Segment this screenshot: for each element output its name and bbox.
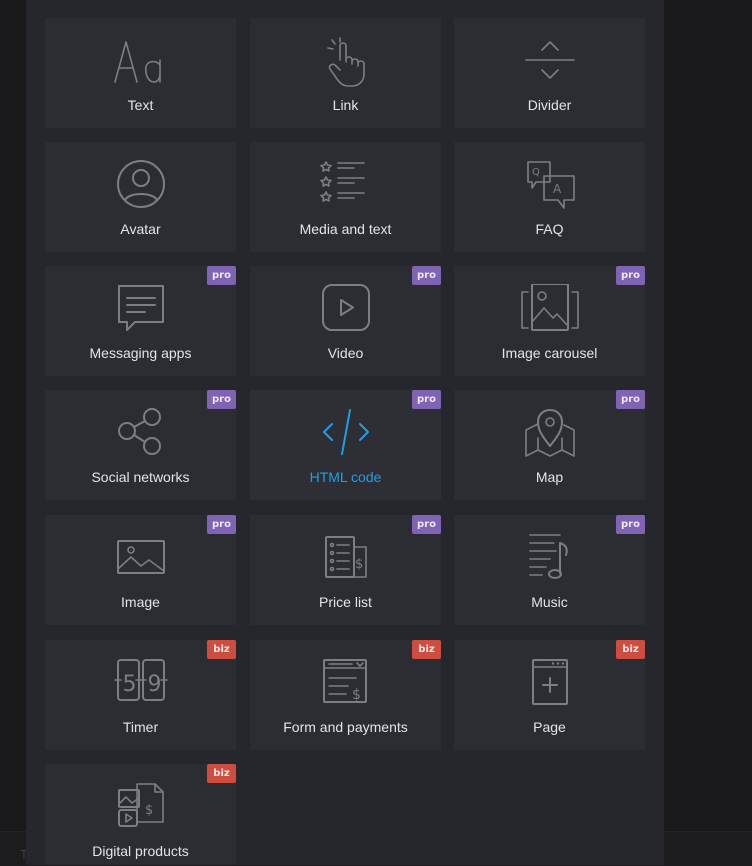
pro-badge: pro xyxy=(616,266,645,285)
text-typography-icon xyxy=(111,36,171,92)
pro-badge: pro xyxy=(616,515,645,534)
chat-bubble-icon xyxy=(111,284,171,340)
share-icon xyxy=(111,408,171,464)
block-label: Video xyxy=(327,345,364,361)
block-tile-page[interactable]: biz Page xyxy=(454,640,645,750)
block-tile-video[interactable]: pro Video xyxy=(250,266,441,376)
map-pin-icon xyxy=(520,408,580,464)
svg-text:$: $ xyxy=(145,803,153,818)
page-add-icon xyxy=(520,658,580,714)
pro-badge: pro xyxy=(616,390,645,409)
svg-text:$: $ xyxy=(355,557,363,572)
block-label: Messaging apps xyxy=(89,345,192,361)
block-tile-text[interactable]: Text xyxy=(45,18,236,128)
block-tile-price-list[interactable]: $ pro Price list xyxy=(250,515,441,625)
avatar-icon xyxy=(111,160,171,216)
block-tile-map[interactable]: pro Map xyxy=(454,390,645,500)
pro-badge: pro xyxy=(207,390,236,409)
block-tile-image-carousel[interactable]: pro Image carousel xyxy=(454,266,645,376)
block-label: Media and text xyxy=(299,221,392,237)
pro-badge: pro xyxy=(412,390,441,409)
block-label: Avatar xyxy=(120,221,161,237)
block-label: HTML code xyxy=(309,469,382,485)
block-tile-html-code[interactable]: pro HTML code xyxy=(250,390,441,500)
block-label: Form and payments xyxy=(283,719,408,735)
block-tile-media-and-text[interactable]: Media and text xyxy=(250,142,441,252)
block-tile-messaging-apps[interactable]: pro Messaging apps xyxy=(45,266,236,376)
block-label: Image xyxy=(121,594,160,610)
block-tile-social-networks[interactable]: pro Social networks xyxy=(45,390,236,500)
biz-badge: biz xyxy=(616,640,645,659)
block-tile-link[interactable]: Link xyxy=(250,18,441,128)
block-label: Divider xyxy=(527,97,572,113)
digital-products-icon: $ xyxy=(111,782,171,838)
block-tile-avatar[interactable]: Avatar xyxy=(45,142,236,252)
block-label: Map xyxy=(535,469,564,485)
timer-icon: 5 9 xyxy=(111,658,171,714)
biz-badge: biz xyxy=(412,640,441,659)
add-block-panel: Text Link Divider Avatar Media and text … xyxy=(26,0,664,865)
price-list-icon: $ xyxy=(316,533,376,589)
image-carousel-icon xyxy=(520,284,580,340)
image-icon xyxy=(111,533,171,589)
block-label: Digital products xyxy=(92,843,189,859)
svg-text:5: 5 xyxy=(122,672,136,697)
block-label: Timer xyxy=(122,719,159,735)
code-icon xyxy=(316,408,376,464)
form-payment-icon: $ xyxy=(316,658,376,714)
block-label: Link xyxy=(332,97,359,113)
pro-badge: pro xyxy=(207,266,236,285)
block-tile-music[interactable]: pro Music xyxy=(454,515,645,625)
biz-badge: biz xyxy=(207,640,236,659)
music-icon xyxy=(520,533,580,589)
block-label: Image carousel xyxy=(501,345,598,361)
block-label: Social networks xyxy=(91,469,190,485)
block-tile-faq[interactable]: Q A FAQ xyxy=(454,142,645,252)
hand-pointer-icon xyxy=(316,36,376,92)
block-tile-image[interactable]: pro Image xyxy=(45,515,236,625)
svg-text:$: $ xyxy=(352,687,361,703)
block-tile-divider[interactable]: Divider xyxy=(454,18,645,128)
block-label: Price list xyxy=(319,594,372,610)
block-tile-digital-products[interactable]: $ biz Digital products xyxy=(45,764,236,865)
block-tile-form-and-payments[interactable]: $ biz Form and payments xyxy=(250,640,441,750)
pro-badge: pro xyxy=(207,515,236,534)
biz-badge: biz xyxy=(207,764,236,783)
block-tile-timer[interactable]: 5 9 biz Timer xyxy=(45,640,236,750)
svg-text:Q: Q xyxy=(532,167,540,178)
svg-text:A: A xyxy=(553,182,562,196)
pro-badge: pro xyxy=(412,515,441,534)
play-video-icon xyxy=(316,284,376,340)
block-label: Music xyxy=(531,594,568,610)
block-label: FAQ xyxy=(535,221,564,237)
divider-icon xyxy=(520,36,580,92)
media-and-text-icon xyxy=(316,160,376,216)
pro-badge: pro xyxy=(412,266,441,285)
svg-text:9: 9 xyxy=(147,672,161,697)
faq-icon: Q A xyxy=(520,160,580,216)
block-label: Text xyxy=(127,97,154,113)
block-label: Page xyxy=(533,719,566,735)
